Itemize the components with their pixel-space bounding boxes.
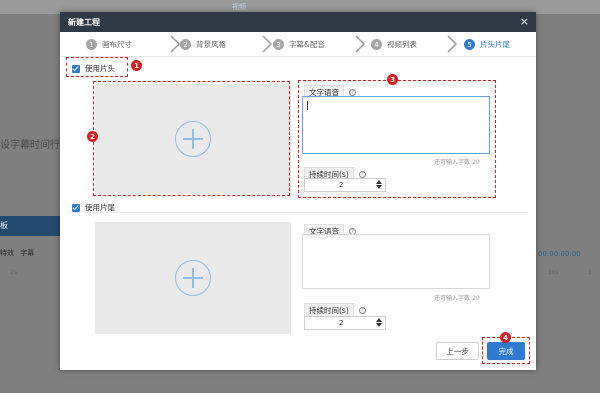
step-label: 画布尺寸	[102, 40, 132, 49]
wizard-steps: 1 画布尺寸 2 背景风格 3 字幕&配音 4 视频列表 5 片头片尾	[60, 32, 536, 57]
background-left-text: 设字幕时间行	[0, 140, 60, 151]
step-label: 视频列表	[387, 40, 417, 49]
background-strip-label: 板	[0, 221, 8, 230]
step-number: 1	[86, 39, 97, 50]
background-timecode: 00:00:00:00	[538, 250, 581, 258]
outro-image-upload[interactable]	[95, 222, 291, 334]
outro-voice-text-input[interactable]	[302, 234, 490, 289]
background-ruler-label: 1	[588, 269, 592, 276]
step-number: 5	[464, 39, 475, 50]
dialog-header: 新建工程 ×	[60, 12, 536, 32]
section-divider	[68, 212, 528, 213]
background-toolbar: 特效 字幕	[0, 248, 60, 262]
outro-duration-stepper[interactable]: 2	[304, 316, 386, 330]
add-icon	[175, 260, 211, 296]
step-intro-outro[interactable]: 5 片头片尾	[464, 39, 510, 50]
annotation-badge: 3	[387, 74, 398, 85]
use-outro-checkbox[interactable]: 使用片尾	[72, 202, 115, 213]
step-canvas-size[interactable]: 1 画布尺寸	[86, 39, 132, 50]
background-toolbar-item: 特效	[0, 249, 14, 257]
background-toolbar-item: 字幕	[20, 249, 35, 257]
outro-char-remaining: 还可输入字数:20	[434, 295, 480, 302]
checkbox-checked-icon	[72, 203, 80, 212]
new-project-dialog: 新建工程 × 1 画布尺寸 2 背景风格 3 字幕&配音 4 视频列表 5 片头…	[60, 12, 536, 370]
background-ruler-label: 2s	[10, 269, 17, 276]
annotation-frame	[93, 81, 290, 196]
step-number: 4	[371, 39, 382, 50]
chevron-right-icon	[447, 35, 458, 53]
previous-step-button[interactable]: 上一步	[436, 342, 479, 360]
step-video-list[interactable]: 4 视频列表	[371, 39, 417, 50]
annotation-badge: 4	[500, 332, 511, 343]
stepper-arrows-icon[interactable]	[375, 317, 383, 329]
step-background-style[interactable]: 2 背景风格	[180, 39, 226, 50]
background-strip: 板	[0, 216, 60, 236]
duration-value: 2	[339, 319, 344, 327]
step-label: 背景风格	[196, 40, 226, 49]
use-outro-label: 使用片尾	[85, 203, 115, 212]
help-icon[interactable]: ?	[358, 307, 366, 314]
step-number: 3	[273, 39, 284, 50]
step-label: 片头片尾	[480, 40, 510, 49]
annotation-frame	[298, 80, 496, 198]
annotation-badge: 1	[131, 60, 142, 71]
chevron-right-icon	[355, 35, 366, 53]
step-subtitles-voice[interactable]: 3 字幕&配音	[273, 39, 325, 50]
step-number: 2	[180, 39, 191, 50]
background-ruler-label: 16s	[548, 269, 559, 276]
annotation-frame	[66, 57, 128, 77]
dialog-title: 新建工程	[68, 18, 100, 27]
annotation-badge: 2	[87, 131, 98, 142]
step-label: 字幕&配音	[289, 40, 325, 49]
background-top-link: 视频	[232, 3, 246, 11]
chevron-right-icon	[262, 35, 273, 53]
close-icon[interactable]: ×	[520, 15, 529, 28]
